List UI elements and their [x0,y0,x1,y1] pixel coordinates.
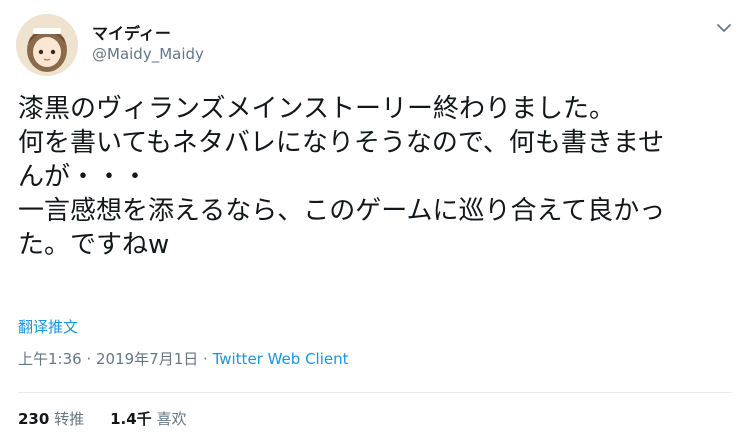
tweet-line: 一言感想を添えるなら、このゲームに巡り合えて良かっ [18,196,666,226]
user-handle[interactable]: @Maidy_Maidy [92,45,204,63]
tweet-text: 漆黒のヴィランズメインストーリー終わりました。 何を書いてもネタバレになりそうな… [18,92,742,262]
tweet-line: た。ですねw [18,230,170,260]
tweet-line: 何を書いてもネタバレになりそうなので、何も書きませ [18,128,665,158]
likes-stat[interactable]: 1.4千 喜欢 [110,410,186,428]
tweet-line: んが・・・ [18,162,149,192]
likes-label: 喜欢 [156,410,187,428]
display-name[interactable]: マイディー [92,20,171,44]
avatar[interactable] [16,14,78,76]
tweet-stats: 230 转推 1.4千 喜欢 [18,408,186,429]
translate-tweet-link[interactable]: 翻译推文 [18,316,78,337]
retweets-count: 230 [18,410,50,428]
chevron-down-icon[interactable] [714,20,734,36]
retweets-stat[interactable]: 230 转推 [18,410,84,428]
tweet-timestamp[interactable]: 上午1:36 · 2019年7月1日 [18,350,198,368]
retweets-label: 转推 [54,410,85,428]
avatar-illustration [16,14,78,76]
tweet-line: 漆黒のヴィランズメインストーリー終わりました。 [18,94,615,124]
likes-count: 1.4千 [110,410,152,428]
client-link[interactable]: Twitter Web Client [213,350,349,368]
divider [18,392,732,393]
tweet-metadata: 上午1:36 · 2019年7月1日 · Twitter Web Client [18,348,349,369]
metadata-separator: · [198,350,213,368]
